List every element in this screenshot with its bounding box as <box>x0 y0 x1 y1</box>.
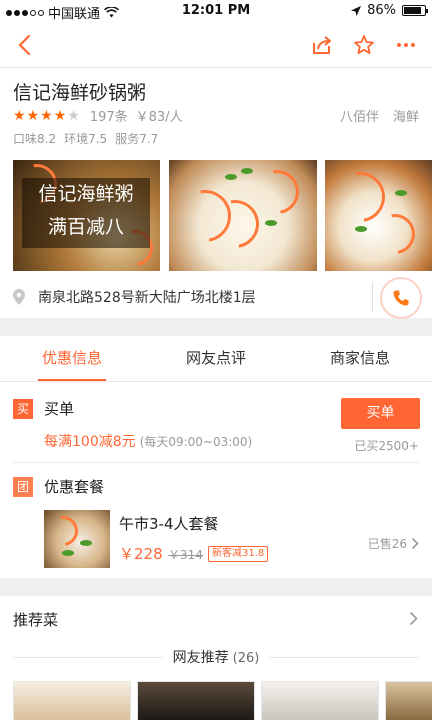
shop-tag: 海鲜 <box>392 110 419 125</box>
shop-info: 信记海鲜砂锅粥 ★ ★ ★ ★ ★ 197条 ￥83/人 八佰伴 海鲜 口味8.2 环境… <box>0 68 432 319</box>
set-meal-price: ￥228 <box>119 545 163 563</box>
battery-percent: 86% <box>367 3 396 18</box>
sold-count-link[interactable]: 已售26 <box>368 535 419 552</box>
star-outline-icon <box>354 35 374 55</box>
crab-leg-shape <box>44 510 84 552</box>
address-divider <box>372 282 373 312</box>
star-filled-icon: ★ <box>53 107 67 124</box>
dish-card[interactable] <box>13 681 131 720</box>
star-empty-icon: ★ <box>67 107 80 124</box>
herb-shape <box>80 540 92 546</box>
buy-badge: 买 <box>13 399 33 419</box>
promo-text: 每满100减8元 <box>44 434 136 450</box>
address-text: 南泉北路528号新大陆广场北楼1层 <box>38 290 256 306</box>
more-button[interactable] <box>386 22 426 68</box>
address-row[interactable]: 南泉北路528号新大陆广场北楼1层 <box>0 274 432 319</box>
recommend-header[interactable]: 推荐菜 <box>0 596 432 642</box>
set-meal-title: 优惠套餐 <box>44 478 105 496</box>
more-icon <box>397 43 415 47</box>
photo-banner: 信记海鲜粥 满百减八 <box>22 178 150 248</box>
status-bar: 中国联通 12:01 PM 86% <box>0 0 432 22</box>
photo-banner-line: 信记海鲜粥 <box>38 183 134 205</box>
friends-recommend-label: 网友推荐 <box>172 650 229 666</box>
battery-fill <box>404 7 422 14</box>
taste-score: 口味8.2 <box>13 132 57 146</box>
photo-banner-line: 满百减八 <box>47 216 124 238</box>
promo-hours: (每天09:00~03:00) <box>139 435 253 449</box>
shop-tags: 八佰伴 海鲜 <box>340 106 419 125</box>
star-filled-icon: ★ <box>13 107 26 124</box>
shop-name: 信记海鲜砂锅粥 <box>13 82 147 104</box>
shop-scores: 口味8.2 环境7.5 服务7.7 <box>13 130 158 147</box>
bought-count: 已买2500+ <box>354 439 419 453</box>
buy-promo[interactable]: 每满100减8元 (每天09:00~03:00) <box>44 431 252 451</box>
sold-count: 已售26 <box>367 537 407 551</box>
back-button[interactable] <box>4 22 44 68</box>
dish-card[interactable] <box>137 681 255 720</box>
group-deal-badge: 团 <box>13 477 33 497</box>
buy-title: 买单 <box>44 400 75 418</box>
chevron-left-icon <box>18 34 31 56</box>
location-arrow-icon <box>351 5 362 16</box>
share-icon <box>313 36 331 54</box>
tab-reviews[interactable]: 网友点评 <box>144 336 288 381</box>
service-score: 服务7.7 <box>115 132 159 146</box>
herb-shape <box>241 168 253 174</box>
phone-icon <box>393 290 409 306</box>
tab-deals[interactable]: 优惠信息 <box>0 336 144 381</box>
recommend-section: 推荐菜 网友推荐 (26) <box>0 596 432 720</box>
chevron-right-icon <box>411 537 419 550</box>
buy-button[interactable]: 买单 <box>341 398 420 429</box>
environment-score: 环境7.5 <box>64 132 108 146</box>
herb-shape <box>265 220 277 226</box>
location-pin-icon <box>13 289 25 305</box>
share-button[interactable] <box>302 22 342 68</box>
herb-shape <box>225 174 237 180</box>
herb-shape <box>395 190 407 196</box>
friends-recommend-count: (26) <box>232 651 260 666</box>
status-right: 86% <box>351 3 428 18</box>
photo-shrimp-porridge[interactable] <box>169 160 317 271</box>
herb-shape <box>62 550 74 556</box>
set-meal-original-price: ￥314 <box>168 548 203 562</box>
favorite-button[interactable] <box>344 22 384 68</box>
nav-bar <box>0 22 432 68</box>
battery-icon <box>402 5 428 16</box>
review-count[interactable]: 197条 <box>90 106 128 125</box>
star-filled-icon: ★ <box>26 107 40 124</box>
set-meal-thumbnail[interactable] <box>44 510 110 568</box>
rating-stars: ★ ★ ★ ★ ★ <box>13 109 80 123</box>
shop-tag: 八佰伴 <box>339 110 379 125</box>
photo-crab-porridge[interactable]: 信记海鲜粥 满百减八 <box>13 160 160 271</box>
deals-divider <box>13 462 419 463</box>
photo-crab-closeup[interactable] <box>325 160 432 271</box>
friends-recommend-heading: 网友推荐 (26) <box>0 647 432 667</box>
new-customer-tag: 新客减31.8 <box>208 546 269 562</box>
herb-shape <box>355 226 367 232</box>
dish-card[interactable] <box>261 681 379 720</box>
tab-bar: 优惠信息 网友点评 商家信息 <box>0 336 432 382</box>
shop-meta: ★ ★ ★ ★ ★ 197条 ￥83/人 八佰伴 海鲜 <box>13 106 419 126</box>
avg-price: ￥83/人 <box>135 110 183 125</box>
deals-section: 买 买单 买单 每满100减8元 (每天09:00~03:00) 已买2500+ … <box>0 382 432 578</box>
call-button[interactable] <box>380 277 422 319</box>
star-filled-icon: ★ <box>40 107 53 124</box>
dish-card[interactable] <box>385 681 432 720</box>
chevron-right-icon <box>409 611 418 626</box>
photo-gallery[interactable]: 信记海鲜粥 满百减八 <box>13 160 432 271</box>
set-meal-name[interactable]: 午市3-4人套餐 <box>119 513 219 534</box>
recommend-title: 推荐菜 <box>13 611 59 629</box>
tab-merchant-info[interactable]: 商家信息 <box>288 336 432 381</box>
